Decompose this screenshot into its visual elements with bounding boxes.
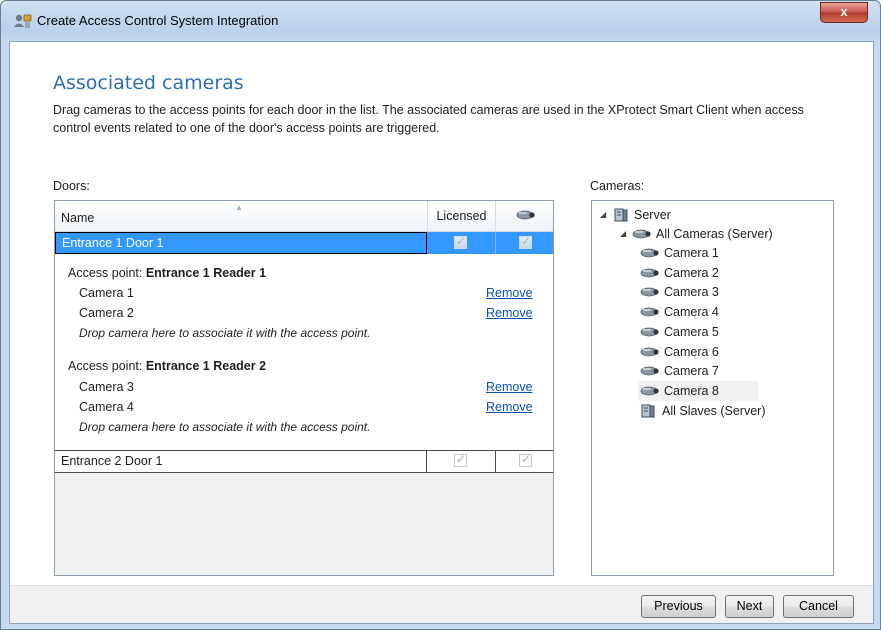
next-button[interactable]: Next	[725, 595, 774, 618]
doors-label: Doors:	[53, 179, 90, 193]
title-bar[interactable]: Create Access Control System Integration…	[1, 1, 880, 41]
tree-node-camera[interactable]: Camera 2	[638, 263, 758, 283]
tree-node-label: Camera 7	[664, 364, 719, 379]
camera-icon	[640, 307, 659, 317]
app-icon	[13, 12, 33, 30]
drop-zone-hint[interactable]: Drop camera here to associate it with th…	[79, 326, 370, 340]
tree-node-camera[interactable]: Camera 4	[638, 302, 758, 322]
cancel-button[interactable]: Cancel	[783, 595, 854, 618]
camera-icon	[640, 366, 659, 376]
door-name-cell: Entrance 2 Door 1	[55, 451, 427, 472]
access-point-prefix: Access point:	[68, 359, 143, 373]
tree-node-label: Camera 2	[664, 265, 719, 280]
camera-icon	[516, 210, 535, 220]
camera-icon	[640, 386, 659, 396]
collapse-arrow-icon[interactable]: ◢	[600, 205, 606, 225]
access-point-name: Entrance 1 Reader 1	[145, 266, 267, 280]
associated-camera: Camera 2	[79, 306, 134, 320]
server-icon	[641, 404, 655, 418]
remove-camera-link[interactable]: Remove	[486, 286, 533, 300]
cameras-label: Cameras:	[590, 179, 645, 193]
close-button[interactable]: x	[820, 2, 868, 23]
page-description: Drag cameras to the access points for ea…	[53, 103, 804, 135]
column-header-camera[interactable]	[495, 201, 553, 232]
tree-node-label: All Slaves (Server)	[662, 404, 766, 418]
camera-icon	[640, 268, 659, 278]
camera-icon	[640, 248, 659, 258]
camera-icon	[640, 327, 659, 337]
access-point-title: Access point: Entrance 1 Reader 2	[68, 359, 266, 373]
button-bar: Previous Next Cancel	[10, 585, 873, 623]
remove-camera-link[interactable]: Remove	[486, 400, 533, 414]
licensed-checkbox	[454, 452, 467, 467]
tree-node-camera[interactable]: Camera 8	[638, 380, 758, 401]
tree-node-camera[interactable]: Camera 7	[638, 361, 758, 381]
cameras-tree[interactable]: ◢ Server ◢ All Cameras (Server) Camera 1…	[591, 200, 834, 576]
access-point-title: Access point: Entrance 1 Reader 1	[68, 266, 266, 280]
page-title: Associated cameras	[53, 72, 244, 94]
camera-checkbox	[519, 234, 532, 249]
access-point-name: Entrance 1 Reader 2	[145, 359, 267, 373]
tree-node-camera[interactable]: Camera 5	[638, 322, 758, 342]
collapse-arrow-icon[interactable]: ◢	[620, 224, 626, 244]
tree-node-server[interactable]: ◢ Server	[598, 205, 758, 225]
tree-node-label: Camera 8	[664, 383, 719, 398]
server-icon	[614, 208, 628, 222]
tree-node-all-cameras[interactable]: ◢ All Cameras (Server)	[618, 224, 818, 244]
column-header-licensed[interactable]: Licensed	[427, 201, 495, 232]
drop-zone-hint[interactable]: Drop camera here to associate it with th…	[79, 420, 370, 434]
associated-camera: Camera 3	[79, 380, 134, 394]
sort-ascending-icon: ▲	[235, 203, 243, 212]
door-row[interactable]: Entrance 2 Door 1	[55, 450, 553, 473]
window-title: Create Access Control System Integration	[37, 13, 279, 28]
tree-node-label: Server	[634, 208, 671, 222]
remove-camera-link[interactable]: Remove	[486, 380, 533, 394]
camera-checkbox	[519, 452, 532, 467]
cell-divider	[495, 451, 496, 472]
associated-camera: Camera 1	[79, 286, 134, 300]
dialog-window: Create Access Control System Integration…	[0, 0, 881, 630]
access-point-prefix: Access point:	[68, 266, 143, 280]
tree-node-label: Camera 5	[664, 324, 719, 339]
door-detail-panel: Access point: Entrance 1 Reader 1 Camera…	[55, 254, 553, 450]
tree-node-label: Camera 6	[664, 344, 719, 359]
previous-button[interactable]: Previous	[641, 595, 716, 618]
tree-node-all-slaves[interactable]: All Slaves (Server)	[638, 401, 818, 421]
remove-camera-link[interactable]: Remove	[486, 306, 533, 320]
camera-group-icon	[632, 229, 651, 239]
licensed-checkbox	[454, 234, 467, 249]
tree-node-label: Camera 4	[664, 305, 719, 320]
door-name-cell: Entrance 1 Door 1	[55, 232, 427, 254]
tree-node-label: Camera 1	[664, 246, 719, 260]
tree-node-label: All Cameras (Server)	[656, 227, 773, 241]
door-row-selected[interactable]: Entrance 1 Door 1	[55, 232, 553, 254]
dialog-client-area: Associated cameras Drag cameras to the a…	[9, 41, 874, 624]
close-icon: x	[840, 4, 848, 19]
cell-divider	[495, 232, 496, 254]
tree-node-camera[interactable]: Camera 6	[638, 342, 758, 362]
tree-node-camera[interactable]: Camera 3	[638, 282, 758, 302]
tree-node-camera[interactable]: Camera 1	[638, 243, 758, 263]
camera-icon	[640, 347, 659, 356]
grid-header: ▲ Name Licensed	[55, 201, 553, 232]
doors-grid[interactable]: ▲ Name Licensed Entrance 1 Door 1 ✓ ✓ Ac…	[54, 200, 554, 576]
associated-camera: Camera 4	[79, 400, 134, 414]
tree-node-label: Camera 3	[664, 285, 719, 300]
column-header-name[interactable]: Name	[61, 211, 94, 225]
camera-icon	[640, 287, 659, 297]
